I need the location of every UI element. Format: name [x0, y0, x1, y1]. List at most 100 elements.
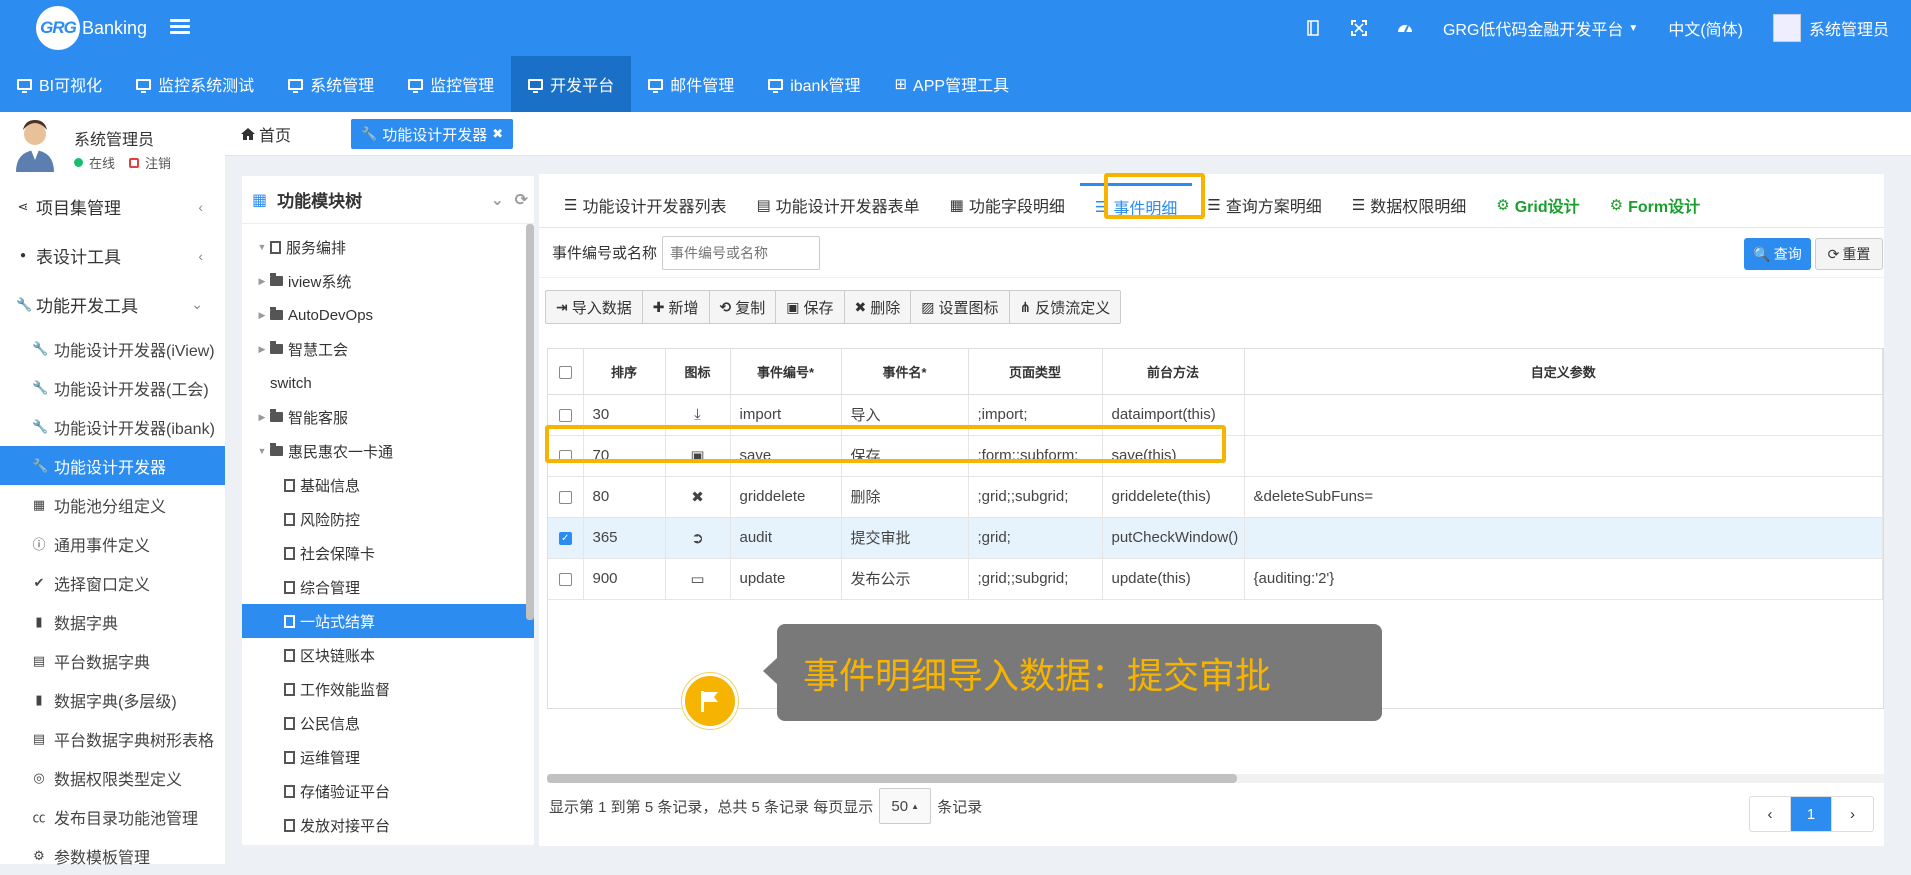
row-checkbox[interactable]: ✓: [558, 531, 572, 545]
close-tab-icon[interactable]: ✖: [492, 126, 503, 142]
row-checkbox[interactable]: [558, 449, 572, 463]
prev-page-button[interactable]: ‹: [1750, 797, 1791, 831]
book-icon[interactable]: [1305, 20, 1321, 36]
row-select-cell[interactable]: [548, 435, 584, 477]
tree-toggle-icon[interactable]: ▼: [256, 242, 268, 252]
sidebar-group[interactable]: 🔧 功能开发工具 ⌄: [0, 280, 225, 329]
row-select-cell[interactable]: [548, 476, 584, 518]
cell-params[interactable]: {auditing:'2'}: [1244, 558, 1883, 600]
toolbar-button[interactable]: ⟲ 复制: [710, 291, 777, 323]
calendar-icon[interactable]: ▭: [665, 558, 731, 600]
cell-method[interactable]: putCheckWindow(): [1102, 517, 1245, 559]
sidebar-item[interactable]: ㏄发布目录功能池管理: [0, 797, 225, 836]
cell-code[interactable]: audit: [730, 517, 842, 559]
col-header[interactable]: 图标: [665, 349, 731, 395]
cell-code[interactable]: import: [730, 394, 842, 436]
sidebar-item[interactable]: ▮ 数据字典(多层级): [0, 680, 225, 719]
col-header[interactable]: 前台方法: [1102, 349, 1245, 395]
tree-toggle-icon[interactable]: ▶: [256, 310, 268, 321]
cell-params[interactable]: &deleteSubFuns=: [1244, 476, 1883, 518]
tree-scrollbar[interactable]: [526, 224, 534, 620]
row-checkbox[interactable]: [558, 490, 572, 504]
page-1-button[interactable]: 1: [1791, 797, 1832, 831]
cell-order[interactable]: 900: [583, 558, 666, 600]
cell-method[interactable]: griddelete(this): [1102, 476, 1245, 518]
nav-item[interactable]: 监控管理: [391, 56, 511, 112]
sidebar-item[interactable]: ✔ 选择窗口定义: [0, 563, 225, 602]
cell-name[interactable]: 删除: [841, 476, 969, 518]
tree-node[interactable]: 发放对接平台: [242, 808, 534, 842]
refresh-icon[interactable]: ⟳: [515, 190, 528, 210]
tree-node[interactable]: ▶ iview系统: [242, 264, 534, 298]
tree-node[interactable]: ▶ AutoDevOps: [242, 298, 534, 332]
cell-method[interactable]: update(this): [1102, 558, 1245, 600]
cell-name[interactable]: 提交审批: [841, 517, 969, 559]
tree-node[interactable]: 综合管理: [242, 570, 534, 604]
tree-node[interactable]: 社会保障卡: [242, 536, 534, 570]
cell-order[interactable]: 70: [583, 435, 666, 477]
sidebar-item[interactable]: ▤ 平台数据字典树形表格: [0, 719, 225, 758]
tree-node[interactable]: 一站式结算: [242, 604, 534, 638]
nav-item[interactable]: ibank管理: [751, 56, 877, 112]
sidebar-item[interactable]: 🔧 功能设计开发器(工会): [0, 368, 225, 407]
nav-item[interactable]: BI可视化: [0, 56, 119, 112]
sidebar-item[interactable]: ⓘ 通用事件定义: [0, 524, 225, 563]
row-select-cell[interactable]: [548, 394, 584, 436]
select-all-checkbox[interactable]: [558, 365, 572, 379]
detail-tab[interactable]: ☰ 查询方案明细: [1192, 183, 1336, 227]
sidebar-group[interactable]: ⋖ 项目集管理 ‹: [0, 182, 225, 231]
close-icon[interactable]: ✖: [665, 476, 731, 518]
tree-node[interactable]: ▼ 惠民惠农一卡通: [242, 434, 534, 468]
nav-item[interactable]: 邮件管理: [631, 56, 751, 112]
arrow-circle-icon[interactable]: ➲: [665, 517, 731, 559]
cell-params[interactable]: [1244, 435, 1883, 477]
tree-node[interactable]: ▶ 智慧工会: [242, 332, 534, 366]
sidebar-item[interactable]: ◎ 数据权限类型定义: [0, 758, 225, 797]
cell-code[interactable]: griddelete: [730, 476, 842, 518]
detail-tab[interactable]: ☰ 事件明细: [1079, 183, 1193, 227]
col-header[interactable]: 事件名*: [841, 349, 969, 395]
logout-link[interactable]: 注销: [145, 153, 171, 172]
sidebar-group[interactable]: ● 表设计工具 ‹: [0, 231, 225, 280]
col-header[interactable]: 自定义参数: [1244, 349, 1883, 395]
detail-tab[interactable]: ☰ 数据权限明细: [1337, 183, 1481, 227]
grid-hscrollbar[interactable]: [547, 774, 1884, 783]
tree-node[interactable]: 工作效能监督: [242, 672, 534, 706]
search-input[interactable]: [662, 235, 821, 270]
menu-toggle-icon[interactable]: [170, 16, 190, 38]
toolbar-button[interactable]: ⋔ 反馈流定义: [1010, 291, 1121, 323]
nav-item[interactable]: 系统管理: [271, 56, 391, 112]
tree-toggle-icon[interactable]: ▶: [256, 344, 268, 355]
nav-item[interactable]: 开发平台: [511, 56, 632, 112]
tree-node[interactable]: switch: [242, 366, 534, 400]
tree-node[interactable]: 区块链账本: [242, 638, 534, 672]
save-icon[interactable]: ▣: [665, 435, 731, 477]
cell-code[interactable]: save: [730, 435, 842, 477]
nav-item[interactable]: 监控系统测试: [119, 56, 271, 112]
download-icon[interactable]: ⤓: [665, 394, 731, 436]
platform-dropdown[interactable]: GRG低代码金融开发平台 ▼: [1443, 16, 1638, 40]
cell-page_type[interactable]: ;grid;;subgrid;: [968, 476, 1103, 518]
row-select-cell[interactable]: [548, 558, 584, 600]
cell-page_type[interactable]: ;grid;;subgrid;: [968, 558, 1103, 600]
sidebar-item[interactable]: 🔧 功能设计开发器(ibank): [0, 407, 225, 446]
cell-order[interactable]: 30: [583, 394, 666, 436]
table-row[interactable]: 80 ✖ griddelete 删除 ;grid;;subgrid; griddelete…: [548, 476, 1883, 518]
cell-name[interactable]: 保存: [841, 435, 969, 477]
user-menu[interactable]: 系统管理员: [1772, 14, 1889, 42]
toolbar-button[interactable]: ✖ 删除: [845, 291, 912, 323]
table-row[interactable]: 70 ▣ save 保存 ;form;;subform; save(this): [548, 435, 1883, 477]
tree-node[interactable]: 运维管理: [242, 740, 534, 774]
language-switch[interactable]: 中文(简体): [1668, 16, 1743, 40]
cell-method[interactable]: save(this): [1102, 435, 1245, 477]
tree-toggle-icon[interactable]: ▼: [256, 446, 268, 456]
collapse-icon[interactable]: ⌄: [491, 190, 504, 210]
logout-icon[interactable]: [129, 157, 140, 168]
sidebar-item[interactable]: ▤ 平台数据字典: [0, 641, 225, 680]
cell-name[interactable]: 导入: [841, 394, 969, 436]
detail-tab[interactable]: ⚙ Grid设计: [1481, 183, 1594, 227]
logo[interactable]: GRG Banking: [36, 6, 147, 50]
cell-params[interactable]: [1244, 394, 1883, 436]
toolbar-button[interactable]: ⇥ 导入数据: [546, 291, 643, 323]
cell-order[interactable]: 365: [583, 517, 666, 559]
